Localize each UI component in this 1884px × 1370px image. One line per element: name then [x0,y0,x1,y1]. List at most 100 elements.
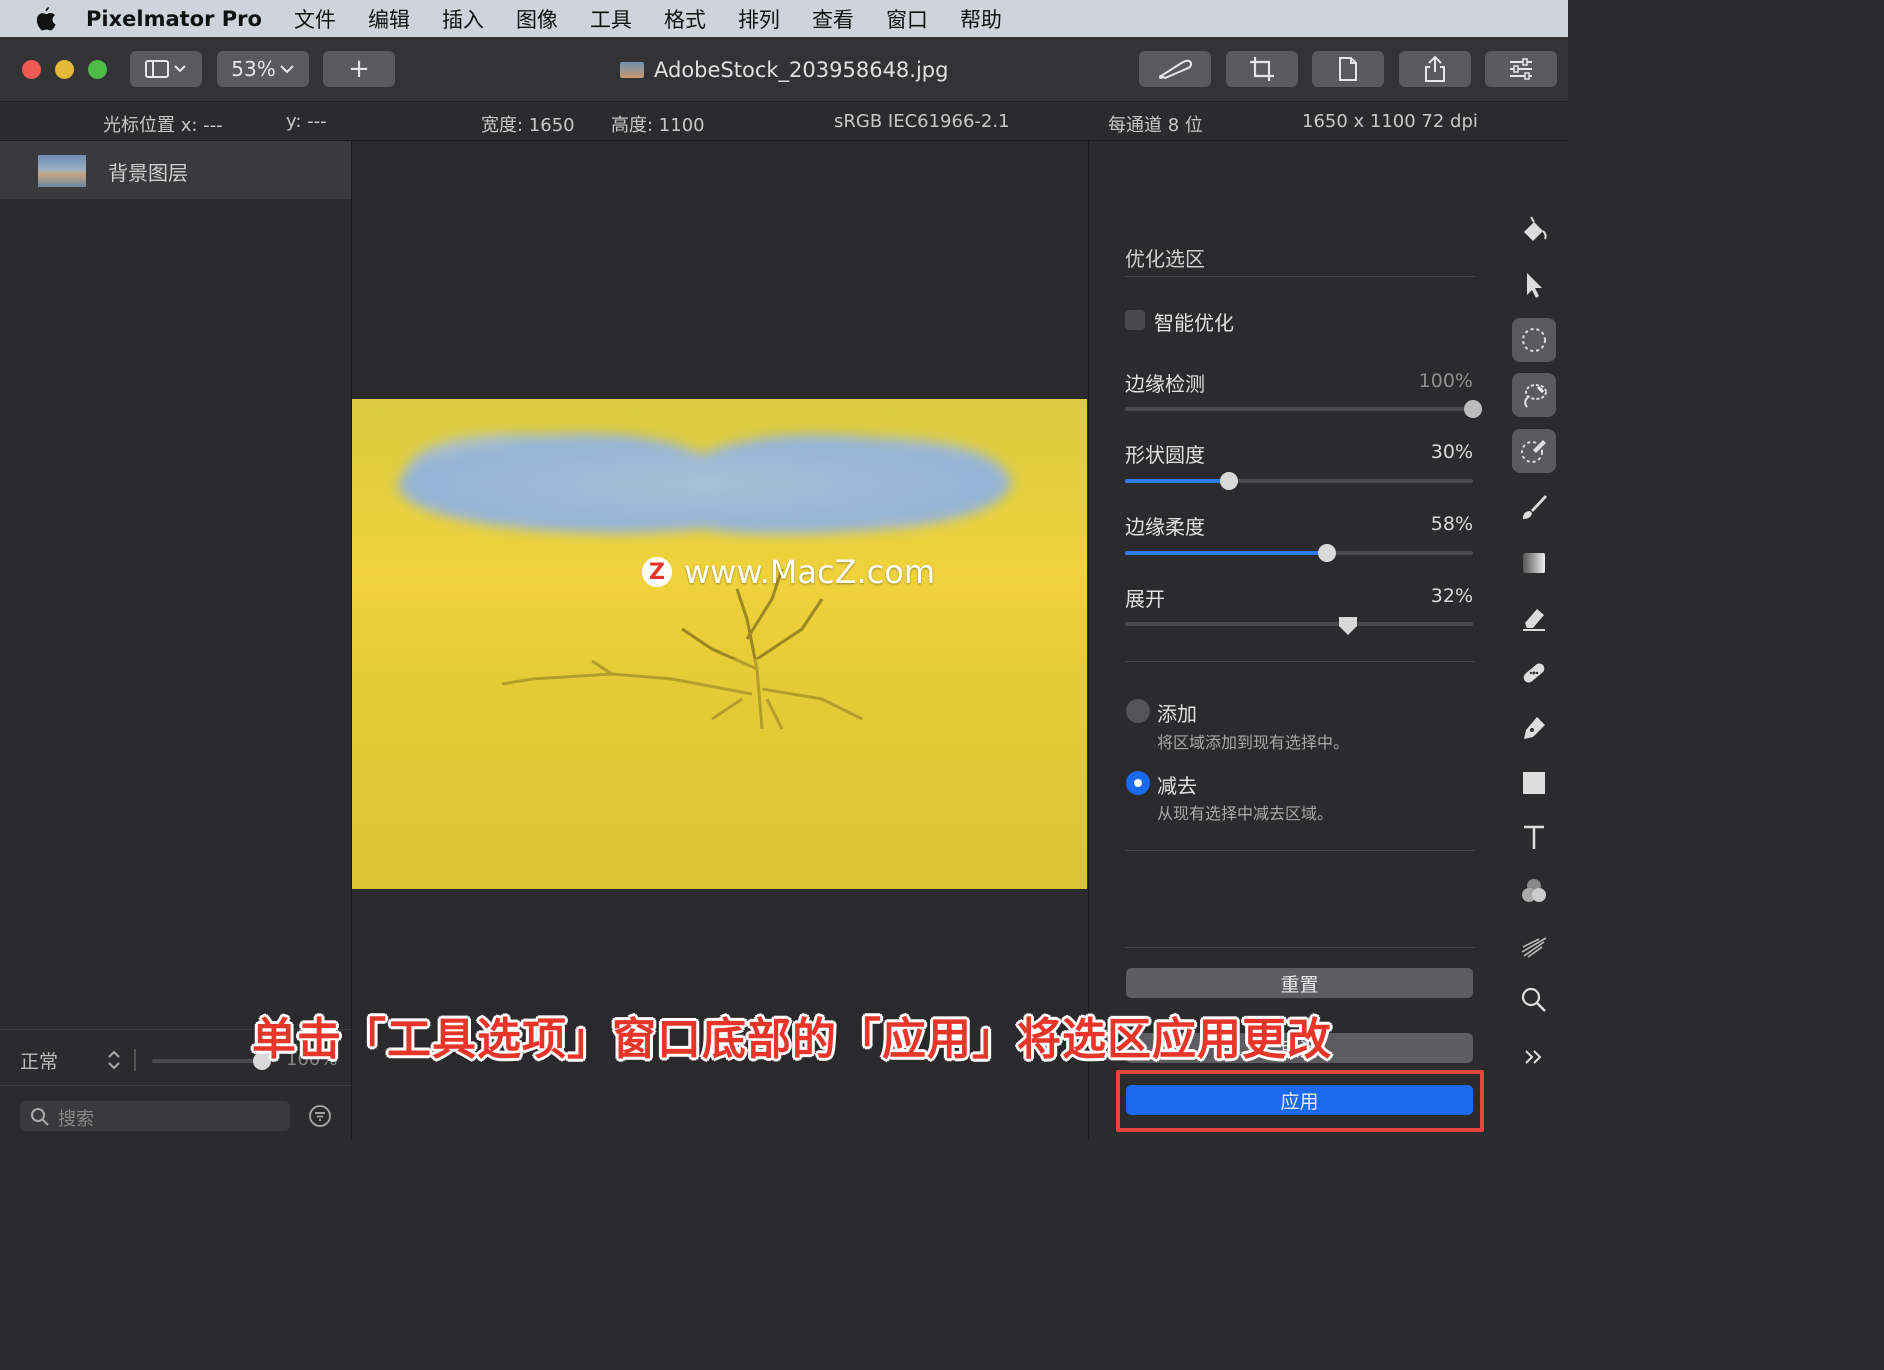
color-profile-readout: sRGB IEC61966-2.1 [834,111,1010,132]
menu-window[interactable]: 窗口 [886,4,928,34]
shape-roundness-slider-knob[interactable] [1220,472,1239,490]
updown-chevron-icon[interactable] [106,1049,122,1071]
layer-thumbnail [38,155,86,187]
add-button[interactable]: + [323,51,395,87]
shape-tool-button[interactable] [1512,761,1556,805]
watermark-logo-icon: Z [642,557,672,587]
zoom-window-button[interactable] [88,60,107,79]
paint-tool-button[interactable] [1512,485,1556,529]
style-tool-button[interactable] [1512,207,1556,251]
sliders-divider [1125,661,1475,662]
title-divider [1125,276,1475,277]
menu-insert[interactable]: 插入 [442,4,484,34]
sliders-icon [1510,58,1532,80]
blend-mode-select[interactable]: 正常 [20,1047,58,1074]
layers-panel: 背景图层 正常 100% 搜索 [0,141,352,1140]
cursor-y-readout: y: --- [286,111,327,132]
apple-icon[interactable] [34,5,62,33]
paint-bucket-icon [1524,216,1547,241]
shape-roundness-slider[interactable] [1125,472,1473,490]
share-icon [1425,55,1445,82]
color-fill-tool-button[interactable] [1512,541,1556,585]
pen-tool-button[interactable] [1512,706,1556,750]
edge-softness-slider-fill [1125,551,1327,555]
zoom-dropdown[interactable]: 53% [217,51,309,87]
expand-value: 32% [1430,585,1473,607]
filter-icon[interactable] [308,1104,332,1128]
effects-tool-button[interactable] [1512,923,1556,967]
document-title-text: AdobeStock_203958648.jpg [654,58,949,82]
search-placeholder: 搜索 [58,1109,94,1130]
width-readout: 宽度: 1650 [481,115,575,136]
menu-tools[interactable]: 工具 [590,4,632,34]
expand-slider[interactable] [1125,617,1473,635]
expand-slider-knob[interactable] [1338,616,1358,636]
color-adjustments-button[interactable] [1512,869,1556,913]
document-title: AdobeStock_203958648.jpg [620,56,948,84]
circles-icon [1522,879,1546,902]
rectangle-shape-icon [1523,772,1545,794]
menu-arrange[interactable]: 排列 [738,4,780,34]
watermark: Z www.MacZ.com [642,553,935,591]
search-icon [31,1108,49,1126]
more-tools-button[interactable] [1512,1035,1556,1079]
selection-brush-icon [1521,440,1546,463]
opacity-slider[interactable] [152,1052,271,1070]
zoom-value: 53% [231,57,276,81]
edge-detection-slider-knob[interactable] [1464,400,1482,418]
edge-softness-slider-knob[interactable] [1317,544,1336,562]
type-tool-button[interactable] [1512,815,1556,859]
pen-nib-icon [1524,717,1545,739]
shape-roundness-slider-fill [1125,479,1230,483]
menu-help[interactable]: 帮助 [960,4,1002,34]
paint-tool-button[interactable] [1139,51,1211,87]
share-button[interactable] [1399,51,1471,87]
menu-view[interactable]: 查看 [812,4,854,34]
edge-detection-slider[interactable] [1125,400,1482,418]
menu-image[interactable]: 图像 [516,4,558,34]
app-name-menu[interactable]: Pixelmator Pro [86,7,262,31]
add-mode-label: 添加 [1157,702,1197,726]
panel-title: 优化选区 [1125,247,1205,271]
magnetic-selection-button[interactable] [1512,373,1556,417]
add-mode-radio[interactable] [1126,699,1150,723]
menu-bar: Pixelmator Pro 文件 编辑 插入 图像 工具 格式 排列 查看 窗… [0,0,1568,37]
smart-refine-checkbox[interactable] [1125,310,1145,330]
crop-button[interactable] [1226,51,1298,87]
minimize-window-button[interactable] [55,60,74,79]
sidebar-icon [145,60,186,78]
crop-icon [1250,57,1274,81]
subtract-mode-radio[interactable] [1126,771,1150,795]
double-chevron-icon [1525,1050,1542,1064]
reset-button[interactable]: 重置 [1126,968,1473,998]
zoom-tool-button[interactable] [1512,978,1556,1022]
eraser-icon [1523,609,1545,631]
image-canvas[interactable] [352,399,1087,889]
menu-edit[interactable]: 编辑 [368,4,410,34]
close-window-button[interactable] [22,60,41,79]
quick-selection-button[interactable] [1512,429,1556,473]
search-divider [0,1085,351,1086]
ellipse-selection-icon [1522,328,1546,352]
add-mode-description: 将区域添加到现有选择中。 [1157,733,1350,752]
selection-tool-button[interactable] [1512,318,1556,362]
canvas-area[interactable]: Z www.MacZ.com [352,141,1087,1140]
retouch-tool-button[interactable] [1512,651,1556,695]
subtract-mode-description: 从现有选择中减去区域。 [1157,804,1334,823]
erase-tool-button[interactable] [1512,596,1556,640]
separator [134,1049,136,1071]
sidebar-toggle-button[interactable] [130,51,202,87]
layer-row[interactable]: 背景图层 [0,141,351,199]
tool-options-panel: 优化选区 智能优化 边缘检测 100% 形状圆度 30% 边缘柔度 58% 展开… [1088,141,1489,1140]
chevron-down-icon [280,65,294,74]
info-bar: 光标位置 x: --- y: --- 宽度: 1650 高度: 1100 sRG… [0,102,1568,141]
arrange-tool-button[interactable] [1512,263,1556,307]
document-button[interactable] [1312,51,1384,87]
edge-softness-slider[interactable] [1125,544,1473,562]
layer-search-input[interactable]: 搜索 [20,1101,290,1131]
shape-roundness-value: 30% [1430,441,1473,463]
smart-refine-label: 智能优化 [1154,311,1234,335]
menu-format[interactable]: 格式 [664,4,706,34]
menu-file[interactable]: 文件 [294,4,336,34]
adjustments-button[interactable] [1485,51,1557,87]
